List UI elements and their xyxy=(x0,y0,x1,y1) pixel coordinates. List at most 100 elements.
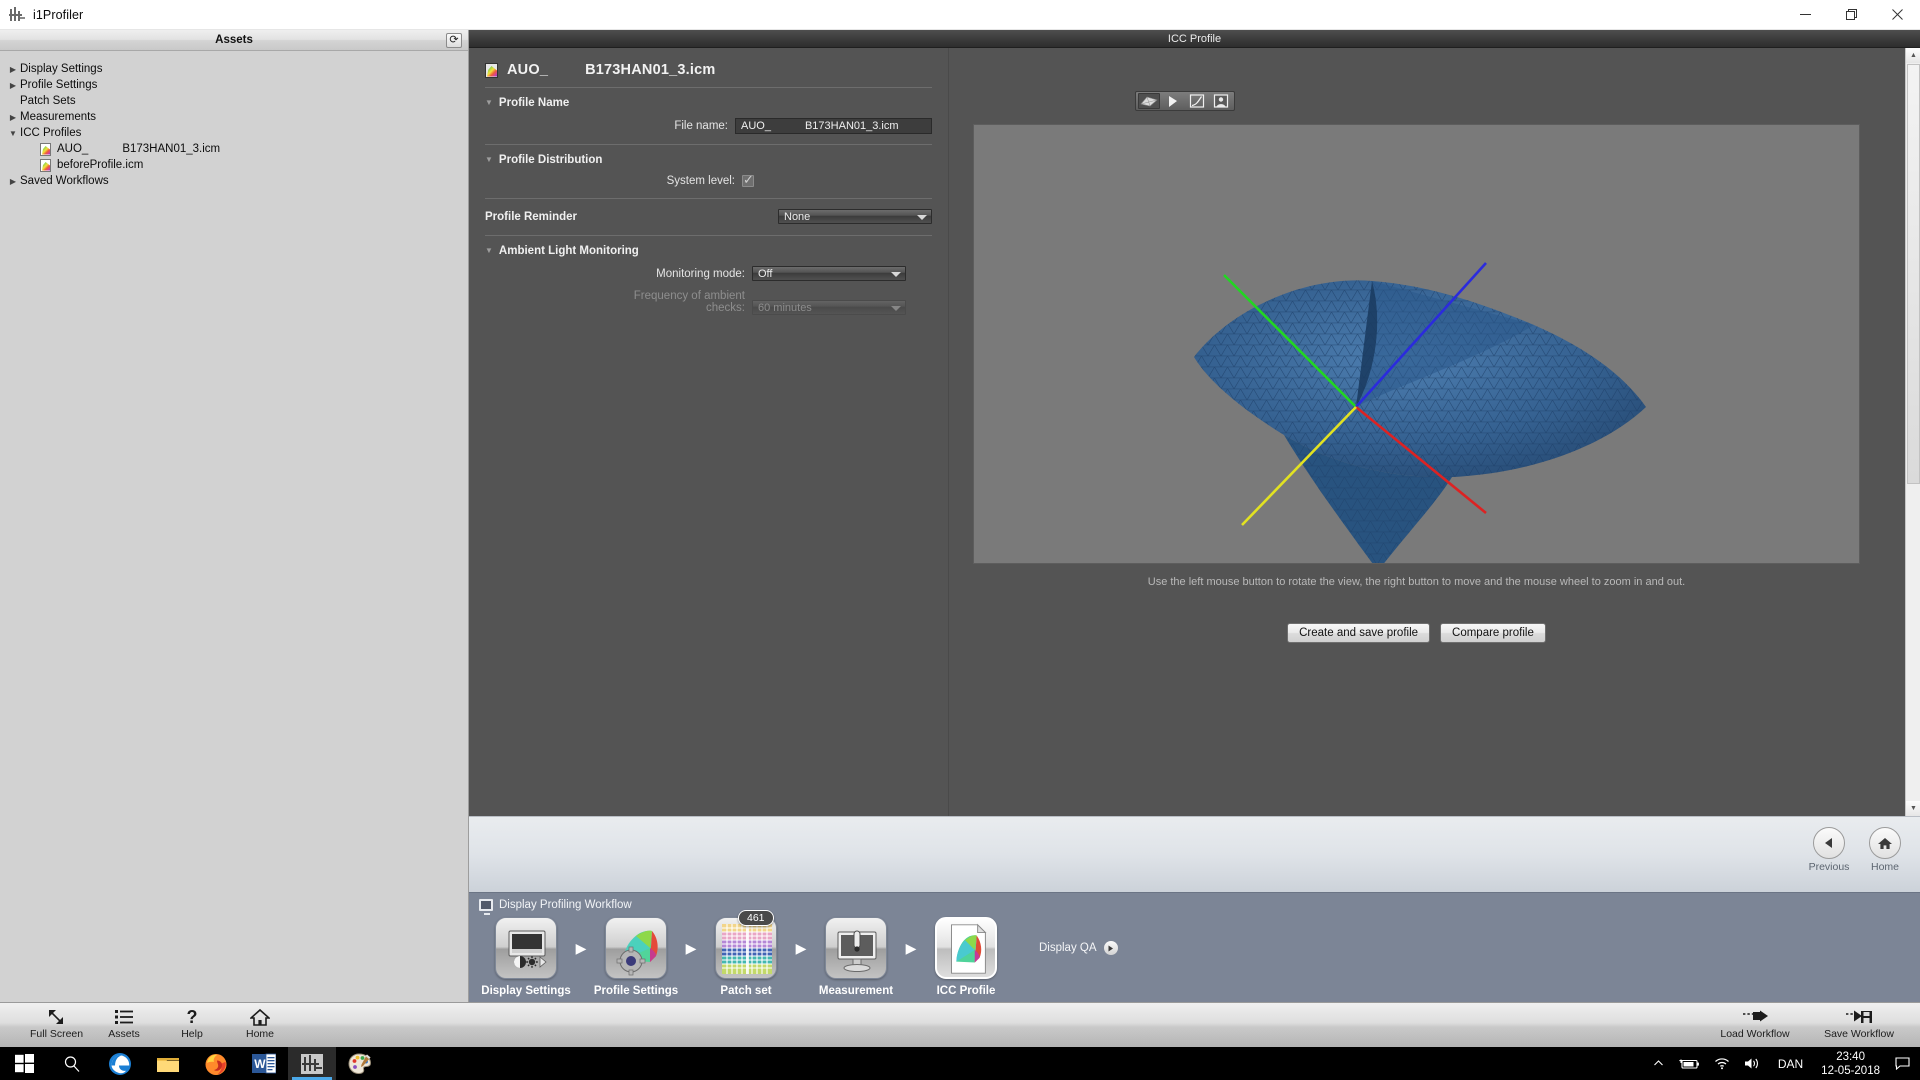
volume-icon[interactable] xyxy=(1737,1057,1768,1070)
home-icon xyxy=(234,1007,286,1027)
arrow-right-circle-icon[interactable] xyxy=(1104,941,1118,955)
display-settings-icon[interactable] xyxy=(495,917,557,979)
load-workflow-button[interactable]: Load Workflow xyxy=(1716,1007,1794,1040)
paint-button[interactable] xyxy=(336,1047,384,1080)
chevron-down-icon[interactable]: ▼ xyxy=(6,129,20,138)
wifi-icon[interactable] xyxy=(1707,1057,1737,1070)
workflow-step-icc-profile[interactable]: ICC Profile xyxy=(921,917,1011,997)
assets-button[interactable]: Assets xyxy=(98,1007,150,1040)
clock-time: 23:40 xyxy=(1821,1050,1880,1064)
workflow-step-measurement[interactable]: Measurement xyxy=(811,917,901,997)
frequency-value: 60 minutes xyxy=(758,302,812,314)
chevron-down-icon[interactable]: ▼ xyxy=(485,156,493,164)
app-toolbar-left: Full Screen Assets ? xyxy=(30,1007,286,1040)
system-level-checkbox[interactable] xyxy=(742,175,754,187)
image-preview-icon[interactable] xyxy=(1210,93,1232,109)
workflow-arrow-icon: ▶ xyxy=(571,917,591,979)
chevron-down-icon xyxy=(891,272,901,277)
save-workflow-button[interactable]: Save Workflow xyxy=(1820,1007,1898,1040)
language-indicator[interactable]: DAN xyxy=(1768,1057,1813,1071)
monitoring-mode-select[interactable]: Off xyxy=(752,266,906,281)
show-hidden-icons[interactable] xyxy=(1646,1058,1671,1069)
measurement-icon[interactable] xyxy=(825,917,887,979)
window-controls xyxy=(1782,0,1920,30)
home-button[interactable]: Home xyxy=(1862,827,1908,873)
minimize-icon[interactable] xyxy=(1782,0,1828,30)
divider xyxy=(485,87,932,88)
tree-item-auo-profile[interactable]: AUO_ B173HAN01_3.icm xyxy=(0,141,468,157)
document-window: ICC Profile AUO_ B173HAN01_3.icm ▼ Profi… xyxy=(469,30,1920,1002)
refresh-icon[interactable]: ⟳ xyxy=(446,33,462,48)
window-title: i1Profiler xyxy=(33,8,83,22)
create-and-save-profile-button[interactable]: Create and save profile xyxy=(1287,623,1430,643)
close-icon[interactable] xyxy=(1874,0,1920,30)
tree-item-display-settings[interactable]: ▶ Display Settings xyxy=(0,61,468,77)
chevron-down-icon[interactable]: ▼ xyxy=(485,247,493,255)
gamut-slice-icon[interactable] xyxy=(1162,93,1184,109)
i1profiler-button[interactable] xyxy=(288,1047,336,1080)
start-button[interactable] xyxy=(0,1047,48,1080)
file-name-value-a: AUO_ xyxy=(741,120,771,132)
profile-reminder-select[interactable]: None xyxy=(778,209,932,224)
clock[interactable]: 23:40 12-05-2018 xyxy=(1813,1050,1888,1078)
full-screen-button[interactable]: Full Screen xyxy=(30,1007,82,1040)
document-scrollbar[interactable]: ▲ ▼ xyxy=(1905,48,1920,816)
section-profile-distribution[interactable]: ▼ Profile Distribution xyxy=(483,154,932,166)
scrollbar-thumb[interactable] xyxy=(1907,64,1920,484)
maximize-icon[interactable] xyxy=(1828,0,1874,30)
back-arrow-icon xyxy=(1813,827,1845,859)
file-name-input[interactable]: AUO_ B173HAN01_3.icm xyxy=(735,118,932,134)
tree-item-patch-sets[interactable]: Patch Sets xyxy=(0,93,468,109)
i1profiler-icon xyxy=(9,7,25,23)
edge-button[interactable] xyxy=(96,1047,144,1080)
chevron-right-icon[interactable]: ▶ xyxy=(6,65,20,74)
window-titlebar: i1Profiler xyxy=(0,0,1920,30)
home-button[interactable]: Home xyxy=(234,1007,286,1040)
page-title-b: B173HAN01_3.icm xyxy=(585,62,715,78)
question-mark-icon: ? xyxy=(166,1007,218,1027)
gamut-3d-icon[interactable] xyxy=(1138,93,1160,109)
tree-item-icc-profiles[interactable]: ▼ ICC Profiles xyxy=(0,125,468,141)
help-label: Help xyxy=(166,1028,218,1040)
profile-reminder-row: Profile Reminder None xyxy=(483,209,932,224)
workflow-step-display-settings[interactable]: Display Settings xyxy=(481,917,571,997)
chevron-right-icon[interactable]: ▶ xyxy=(6,113,20,122)
frequency-label-line2: checks: xyxy=(706,302,745,314)
document-title: ICC Profile xyxy=(1168,33,1221,45)
word-button[interactable]: W xyxy=(240,1047,288,1080)
search-button[interactable] xyxy=(48,1047,96,1080)
workflow-step-profile-settings[interactable]: Profile Settings xyxy=(591,917,681,997)
clock-date: 12-05-2018 xyxy=(1821,1064,1880,1078)
tree-item-before-profile[interactable]: beforeProfile.icm xyxy=(0,157,468,173)
file-explorer-button[interactable] xyxy=(144,1047,192,1080)
tree-item-saved-workflows[interactable]: ▶ Saved Workflows xyxy=(0,173,468,189)
help-button[interactable]: ? Help xyxy=(166,1007,218,1040)
workflow-step-patch-set[interactable]: 461 xyxy=(701,917,791,997)
compare-profile-button[interactable]: Compare profile xyxy=(1440,623,1546,643)
firefox-button[interactable] xyxy=(192,1047,240,1080)
chevron-right-icon[interactable]: ▶ xyxy=(6,81,20,90)
tree-item-measurements[interactable]: ▶ Measurements xyxy=(0,109,468,125)
action-center-icon[interactable] xyxy=(1888,1057,1916,1070)
gamut-3d-canvas[interactable] xyxy=(973,124,1860,564)
icc-profile-icon[interactable] xyxy=(935,917,997,979)
previous-button[interactable]: Previous xyxy=(1806,827,1852,873)
tone-curve-icon[interactable] xyxy=(1186,93,1208,109)
assets-tree: ▶ Display Settings ▶ Profile Settings Pa… xyxy=(0,51,468,189)
chevron-right-icon[interactable]: ▶ xyxy=(6,177,20,186)
section-profile-name[interactable]: ▼ Profile Name xyxy=(483,97,932,109)
display-qa-link[interactable]: Display QA xyxy=(1039,941,1118,955)
chevron-down-icon[interactable]: ▼ xyxy=(485,99,493,107)
patch-set-icon[interactable] xyxy=(715,917,777,979)
frequency-label-line1: Frequency of ambient xyxy=(634,290,745,302)
file-name-label: File name: xyxy=(674,120,728,132)
battery-icon[interactable] xyxy=(1671,1058,1707,1070)
tree-item-profile-settings[interactable]: ▶ Profile Settings xyxy=(0,77,468,93)
section-ambient-light[interactable]: ▼ Ambient Light Monitoring xyxy=(483,245,932,257)
screen: i1Profiler Assets ⟳ ▶ Display Set xyxy=(0,0,1920,1080)
scroll-up-icon[interactable]: ▲ xyxy=(1906,48,1920,63)
profile-settings-icon[interactable] xyxy=(605,917,667,979)
frequency-select[interactable]: 60 minutes xyxy=(752,300,906,315)
file-name-row: File name: AUO_ B173HAN01_3.icm xyxy=(483,118,932,134)
scroll-down-icon[interactable]: ▼ xyxy=(1906,801,1920,816)
